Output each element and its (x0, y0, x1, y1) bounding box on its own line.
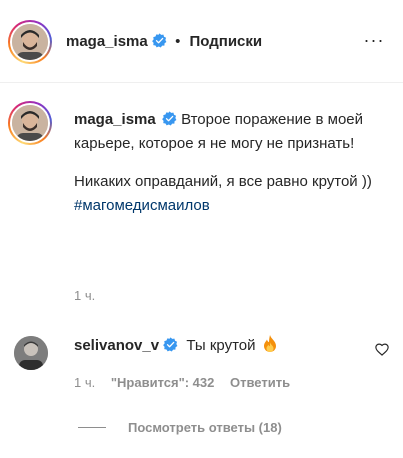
author-username[interactable]: maga_isma (66, 33, 148, 50)
caption-author-avatar[interactable] (12, 105, 48, 141)
hashtag-link[interactable]: #магомедисмаилов (74, 197, 210, 214)
commenter-avatar[interactable] (14, 336, 48, 370)
caption-username[interactable]: maga_isma (74, 111, 156, 128)
heart-icon[interactable] (375, 343, 389, 356)
comment-text: Ты крутой (186, 337, 256, 354)
post-caption: maga_isma Второе поражение в моей карьер… (74, 108, 386, 218)
commenter-username[interactable]: selivanov_v (74, 337, 159, 354)
separator-dot: • (175, 33, 181, 50)
comment-meta: 1 ч. "Нравится": 432 Ответить (74, 375, 302, 390)
more-options-icon[interactable]: ··· (362, 30, 386, 50)
author-avatar[interactable] (12, 24, 48, 60)
view-replies-label: Посмотреть ответы (18) (128, 420, 282, 435)
reply-button[interactable]: Ответить (230, 375, 290, 390)
post-timestamp[interactable]: 1 ч. (74, 288, 95, 303)
comment: selivanov_v Ты крутой (74, 335, 277, 354)
verified-badge-icon (152, 33, 167, 48)
caption-text-2: Никаких оправданий, я все равно крутой )… (74, 173, 372, 190)
header-user-line: maga_isma • Подписки (66, 33, 262, 50)
post-header: maga_isma • Подписки ··· (0, 0, 403, 83)
replies-divider (78, 427, 106, 428)
verified-badge-icon (163, 337, 178, 352)
fire-emoji-icon (263, 335, 276, 352)
view-replies-button[interactable]: Посмотреть ответы (18) (78, 420, 282, 435)
following-button[interactable]: Подписки (190, 33, 263, 50)
verified-badge-icon (162, 111, 177, 126)
comment-timestamp[interactable]: 1 ч. (74, 375, 95, 390)
comment-likes[interactable]: "Нравится": 432 (111, 375, 215, 390)
